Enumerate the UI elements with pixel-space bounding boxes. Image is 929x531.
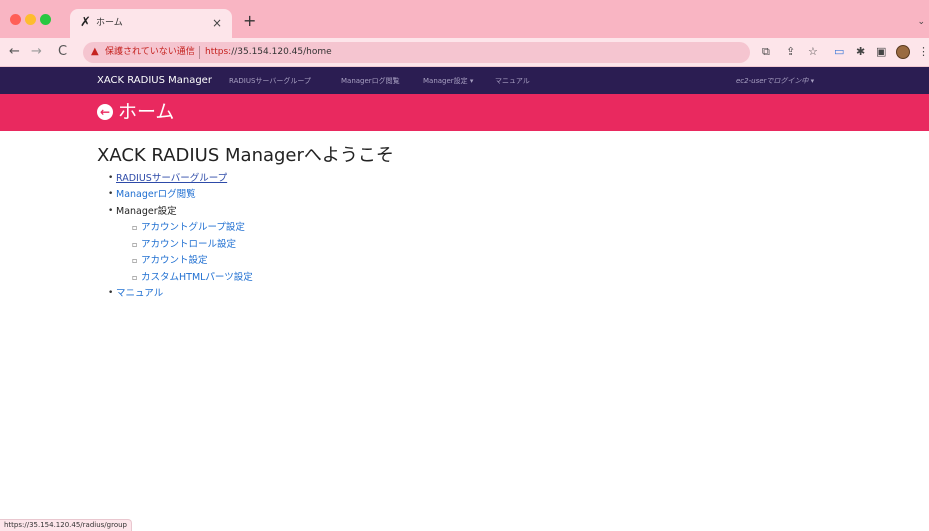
menu-item: • Manager設定 <box>108 205 177 218</box>
nav-manager-settings[interactable]: Manager設定 ▾ <box>423 76 473 86</box>
submenu-item: ▫ カスタムHTMLパーツ設定 <box>132 271 253 284</box>
url-text: https://35.154.120.45/home <box>205 46 332 58</box>
radius-groups-link[interactable]: RADIUSサーバーグループ <box>116 173 227 184</box>
nav-manual[interactable]: マニュアル <box>495 76 530 86</box>
tab-title: ホーム <box>96 18 123 28</box>
bullet: • <box>108 206 114 216</box>
page-title: ホーム <box>118 101 175 123</box>
maximize-window-button[interactable] <box>40 14 51 25</box>
browser-toolbar: ← → C ▲ 保護されていない通信 https://35.154.120.45… <box>0 38 929 67</box>
tab-close-icon[interactable]: × <box>212 15 222 31</box>
reload-icon[interactable]: C <box>58 44 67 60</box>
link-status-bubble: https://35.154.120.45/radius/group <box>0 519 132 531</box>
warning-icon: ▲ <box>91 46 99 57</box>
share-icon[interactable]: ⇪ <box>786 45 795 59</box>
browser-tabstrip: ✗ ホーム × + ⌄ <box>0 0 929 38</box>
welcome-heading: XACK RADIUS Managerへようこそ <box>97 145 394 166</box>
puzzle-icon[interactable]: ✱ <box>856 45 865 59</box>
account-role-settings-link[interactable]: アカウントロール設定 <box>141 239 236 250</box>
browser-tab[interactable]: ✗ ホーム × <box>70 9 232 38</box>
xack-logo-icon: ✗ <box>80 15 91 30</box>
close-window-button[interactable] <box>10 14 21 25</box>
menu-item: • Managerログ閲覧 <box>108 188 196 201</box>
not-secure-label: 保護されていない通信 <box>105 47 195 57</box>
bullet: • <box>108 173 114 183</box>
submenu-item: ▫ アカウントロール設定 <box>132 238 236 251</box>
manual-link[interactable]: マニュアル <box>116 288 163 299</box>
circle-arrow-left-icon[interactable]: ← <box>97 104 113 120</box>
chevron-down-icon[interactable]: ⌄ <box>917 16 925 28</box>
address-bar[interactable]: ▲ 保護されていない通信 https://35.154.120.45/home <box>83 42 750 63</box>
bullet: ▫ <box>132 256 138 265</box>
app-navbar: XACK RADIUS Manager RADIUSサーバーグループ Manag… <box>0 67 929 94</box>
bullet: ▫ <box>132 273 138 282</box>
custom-html-parts-link[interactable]: カスタムHTMLパーツ設定 <box>141 272 253 283</box>
account-settings-link[interactable]: アカウント設定 <box>141 255 208 266</box>
submenu-item: ▫ アカウントグループ設定 <box>132 221 245 234</box>
bullet: ▫ <box>132 240 138 249</box>
bullet: ▫ <box>132 223 138 232</box>
user-menu[interactable]: ec2-userでログイン中 ▾ <box>736 76 814 86</box>
menu-kebab-icon[interactable]: ⋮ <box>918 45 929 59</box>
account-group-settings-link[interactable]: アカウントグループ設定 <box>141 222 245 233</box>
nav-manager-log[interactable]: Managerログ閲覧 <box>341 76 400 86</box>
extension-window-icon[interactable]: ▭ <box>834 45 844 59</box>
star-icon[interactable]: ☆ <box>808 45 818 59</box>
url-path: //35.154.120.45/home <box>231 47 332 57</box>
sidepanel-icon[interactable]: ▣ <box>876 45 886 59</box>
bullet: • <box>108 189 114 199</box>
omnibox-divider <box>199 46 200 59</box>
translate-icon[interactable]: ⧉ <box>762 45 770 59</box>
profile-avatar[interactable] <box>896 45 910 59</box>
forward-arrow-icon[interactable]: → <box>31 44 42 60</box>
url-scheme: https: <box>205 47 232 57</box>
menu-item: • RADIUSサーバーグループ <box>108 172 227 185</box>
brand-link[interactable]: XACK RADIUS Manager <box>97 75 212 87</box>
back-arrow-icon[interactable]: ← <box>9 44 20 60</box>
plus-icon[interactable]: + <box>243 13 256 29</box>
minimize-window-button[interactable] <box>25 14 36 25</box>
manager-settings-label: Manager設定 <box>116 206 177 217</box>
manager-log-link[interactable]: Managerログ閲覧 <box>116 189 196 200</box>
bullet: • <box>108 288 114 298</box>
nav-radius-groups[interactable]: RADIUSサーバーグループ <box>229 76 311 86</box>
submenu-item: ▫ アカウント設定 <box>132 254 208 267</box>
menu-item: • マニュアル <box>108 287 163 300</box>
